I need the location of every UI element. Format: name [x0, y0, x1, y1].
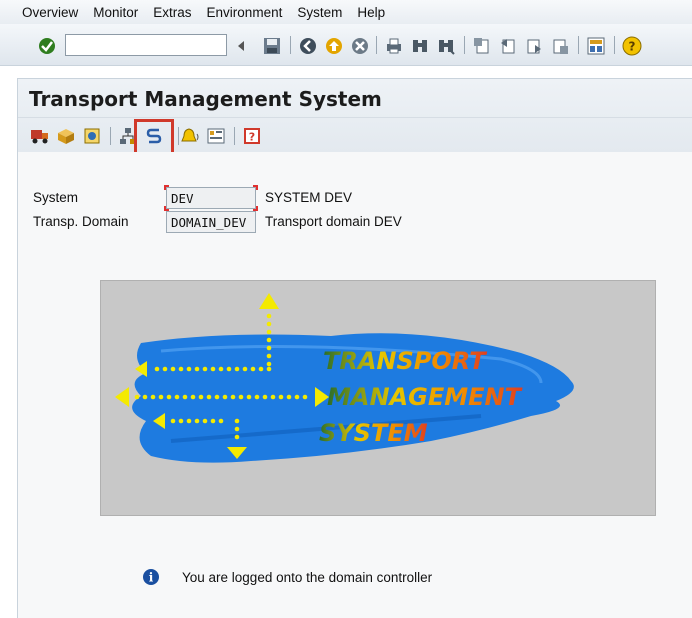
tms-logo-graphic: TRANSPORT MANAGEMENT SYSTEM [115, 293, 574, 463]
help-icon[interactable]: ? [622, 36, 642, 56]
layout-icon[interactable] [586, 36, 606, 56]
overview-icon[interactable] [206, 126, 226, 146]
standard-toolbar: ? [0, 24, 692, 66]
title-area: Transport Management System ? [17, 78, 692, 155]
exit-icon[interactable] [324, 36, 344, 56]
menu-monitor[interactable]: Monitor [93, 5, 138, 20]
menu-environment[interactable]: Environment [207, 5, 283, 20]
find-next-icon[interactable] [436, 36, 456, 56]
first-page-icon[interactable] [472, 36, 492, 56]
next-page-icon[interactable] [524, 36, 544, 56]
domain-description: Transport domain DEV [265, 214, 402, 229]
svg-text:?: ? [249, 131, 255, 144]
save-icon[interactable] [262, 36, 282, 56]
print-icon[interactable] [384, 36, 404, 56]
svg-text:?: ? [629, 40, 636, 54]
system-description: SYSTEM DEV [265, 190, 353, 205]
menu-overview[interactable]: Overview [22, 5, 78, 20]
highlight-frame [134, 119, 174, 155]
status-message: You are logged onto the domain controlle… [182, 570, 433, 585]
logo-word-management: MANAGEMENT [327, 383, 523, 411]
menu-help[interactable]: Help [357, 5, 385, 20]
domain-field[interactable]: DOMAIN_DEV [166, 211, 256, 233]
content-area: System DEV SYSTEM DEV Transp. Domain DOM… [17, 152, 692, 618]
tms-logo-panel: TRANSPORT MANAGEMENT SYSTEM [100, 280, 656, 516]
svg-text:i: i [149, 571, 154, 585]
alert-bell-icon[interactable] [180, 126, 200, 146]
last-page-icon[interactable] [550, 36, 570, 56]
display-icon[interactable] [82, 126, 102, 146]
back-icon[interactable] [298, 36, 318, 56]
info-icon: i [142, 568, 160, 586]
logo-word-transport: TRANSPORT [323, 347, 487, 375]
application-toolbar: ? [18, 117, 692, 155]
cancel-icon[interactable] [350, 36, 370, 56]
previous-page-icon[interactable] [498, 36, 518, 56]
back-arrow-icon[interactable] [231, 36, 251, 56]
transport-truck-icon[interactable] [30, 126, 50, 146]
page-title: Transport Management System [29, 87, 382, 111]
menu-system[interactable]: System [297, 5, 342, 20]
menu-extras[interactable]: Extras [153, 5, 191, 20]
system-field-focus-marker [164, 185, 258, 211]
help-book-icon[interactable]: ? [242, 126, 262, 146]
package-icon[interactable] [56, 126, 76, 146]
menu-bar: Overview Monitor Extras Environment Syst… [0, 0, 692, 24]
logo-word-system: SYSTEM [319, 419, 428, 447]
find-icon[interactable] [410, 36, 430, 56]
domain-label: Transp. Domain [33, 214, 129, 229]
command-field[interactable] [65, 34, 227, 56]
enter-icon[interactable] [37, 36, 57, 56]
system-label: System [33, 190, 79, 205]
